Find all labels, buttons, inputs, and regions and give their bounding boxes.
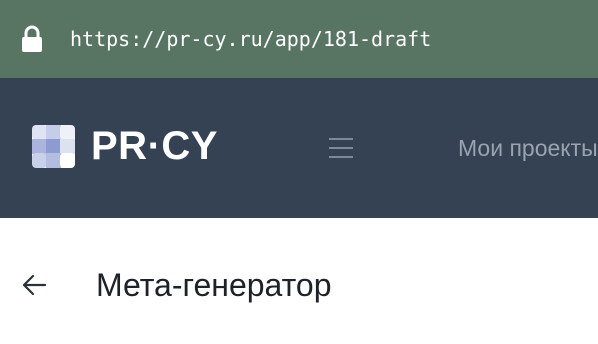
logo-mark-icon (32, 124, 75, 168)
url-text[interactable]: https://pr-cy.ru/app/181-draft (70, 26, 431, 52)
lock-icon (22, 25, 42, 52)
site-header: PR·CY Мои проекты (0, 78, 598, 218)
nav-item-my-projects[interactable]: Мои проекты (458, 133, 598, 163)
logo-text: PR·CY (91, 124, 218, 168)
site-logo[interactable]: PR·CY (32, 124, 218, 168)
browser-address-bar[interactable]: https://pr-cy.ru/app/181-draft (0, 0, 598, 78)
hamburger-icon[interactable] (328, 136, 354, 160)
page-title: Мета-генератор (96, 267, 332, 303)
arrow-left-icon[interactable] (20, 273, 48, 297)
page-header: Мета-генератор (0, 218, 598, 344)
